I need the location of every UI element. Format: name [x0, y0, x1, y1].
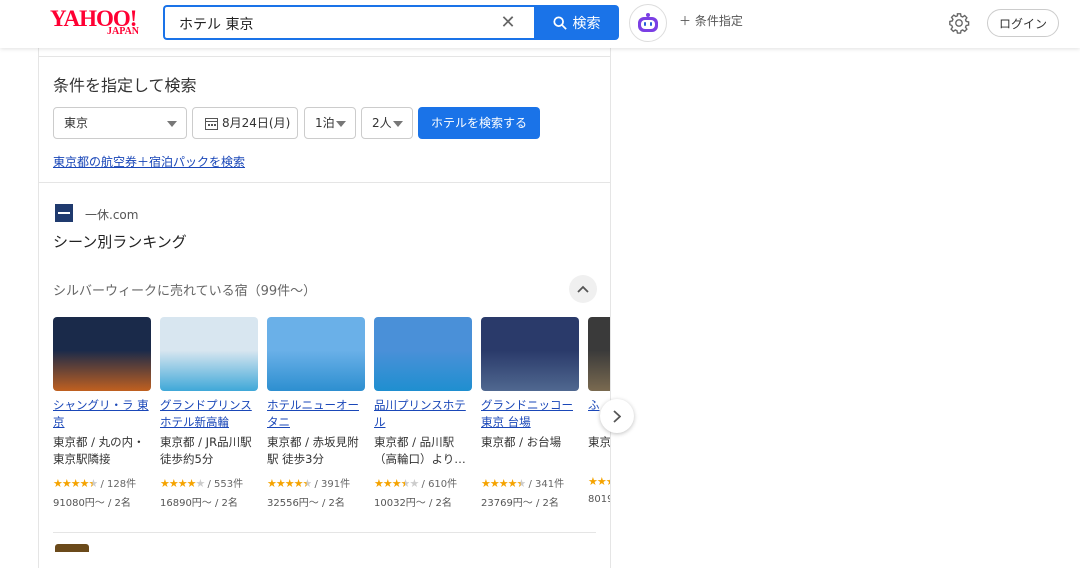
hotel-carousel: シャングリ・ラ 東京 東京都 / 丸の内・東京駅隣接 ★★★★★ / 128件 910… [53, 317, 610, 517]
search-button[interactable]: 検索 [534, 5, 619, 40]
hotel-name-link[interactable]: シャングリ・ラ 東京 [53, 397, 153, 431]
hotel-price: 8019 [588, 494, 610, 505]
people-select[interactable]: 2人 [361, 107, 413, 139]
hotel-photo[interactable] [588, 317, 610, 391]
robot-icon [638, 13, 658, 32]
chevron-right-icon [613, 409, 621, 423]
search-icon [552, 15, 567, 30]
hotel-rating: ★★★★★ / 553件 [160, 475, 243, 490]
hotel-rating: ★★★★★ / 610件 [374, 475, 457, 490]
source-name: 一休.com [85, 208, 139, 222]
hotel-card[interactable]: ホテルニューオータニ 東京都 / 赤坂見附駅 徒歩3分 ★★★★★ / 391件 32… [267, 317, 366, 517]
collapse-button[interactable] [569, 275, 597, 303]
hotel-area: 東京都 / お台場 [481, 435, 562, 449]
hotel-card[interactable]: シャングリ・ラ 東京 東京都 / 丸の内・東京駅隣接 ★★★★★ / 128件 910… [53, 317, 152, 517]
next-section-logo [55, 544, 89, 552]
date-select-value: 8月24日(月) [222, 116, 291, 130]
chevron-down-icon [393, 121, 403, 127]
review-count: / 610件 [418, 479, 458, 490]
login-button[interactable]: ログイン [987, 9, 1059, 37]
hotel-price: 23769円～ / 2名 [481, 498, 559, 509]
hotel-name-link[interactable]: ホテルニューオータニ [267, 397, 367, 431]
divider [53, 532, 596, 533]
hotel-card[interactable]: 品川プリンスホテル 東京都 / 品川駅（高輪口）より… ★★★★★ / 610件 10… [374, 317, 473, 517]
hotel-area: 東京都 / 赤坂見附駅 徒歩3分 [267, 435, 359, 466]
gear-icon[interactable] [948, 12, 970, 34]
people-select-value: 2人 [372, 116, 392, 130]
ai-assistant-button[interactable] [629, 4, 667, 42]
search-button-label: 検索 [572, 15, 601, 32]
yahoo-logo[interactable]: YAHOO! JAPAN [50, 7, 150, 39]
hotel-name-link[interactable]: 品川プリンスホテル [374, 397, 474, 431]
review-count: / 341件 [525, 479, 565, 490]
hotel-photo[interactable] [267, 317, 365, 391]
hotel-rating: ★★★★★ / 128件 [53, 475, 136, 490]
header: YAHOO! JAPAN ✕ 検索 ＋ 条件指定 ログイン [0, 0, 1080, 48]
divider [39, 182, 610, 183]
calendar-icon [205, 118, 218, 130]
review-count: / 553件 [204, 479, 244, 490]
hotel-price: 32556円～ / 2名 [267, 498, 345, 509]
hotel-name-link[interactable]: グランドニッコー東京 台場 [481, 397, 581, 431]
condition-button[interactable]: ＋ 条件指定 [679, 12, 743, 29]
ranking-subtitle: シルバーウィークに売れている宿（99件～） [53, 284, 317, 299]
carousel-next-button[interactable] [600, 399, 634, 433]
star-rating-icon: ★★★★★ [374, 477, 419, 490]
search-panel-title: 条件を指定して検索 [53, 76, 197, 95]
nights-select-value: 1泊 [315, 116, 335, 130]
chevron-down-icon [336, 121, 346, 127]
review-count: / 391件 [311, 479, 351, 490]
hotel-price: 16890円～ / 2名 [160, 498, 238, 509]
hotel-card[interactable]: グランドニッコー東京 台場東京都 / お台場 ★★★★★ / 341件 23769円… [481, 317, 580, 517]
chevron-up-icon [577, 285, 589, 293]
hotel-area: 東京都 / 丸の内・東京駅隣接 [53, 435, 145, 466]
nights-select[interactable]: 1泊 [304, 107, 356, 139]
hotel-rating: ★★★★★ / 341件 [481, 475, 564, 490]
hotel-name-link[interactable]: グランドプリンスホテル新高輪 [160, 397, 260, 431]
star-rating-icon: ★★★★★ [53, 477, 98, 490]
hotel-price: 91080円～ / 2名 [53, 498, 131, 509]
star-rating-icon: ★★★★★ [267, 477, 312, 490]
area-select[interactable]: 東京 [53, 107, 187, 139]
hotel-photo[interactable] [374, 317, 472, 391]
hotel-price: 10032円～ / 2名 [374, 498, 452, 509]
ranking-title: シーン別ランキング [53, 233, 187, 251]
hotel-area: 東京都 / JR品川駅徒歩約5分 [160, 435, 252, 466]
clear-icon[interactable]: ✕ [498, 13, 518, 33]
chevron-down-icon [167, 121, 177, 127]
ikyu-logo-icon [55, 204, 73, 222]
flight-hotel-pack-link[interactable]: 東京都の航空券＋宿泊パックを検索 [53, 153, 245, 170]
search-box: ✕ [163, 5, 535, 40]
logo-sub-text: JAPAN [107, 26, 140, 37]
area-select-value: 東京 [64, 116, 89, 130]
review-count: / 128件 [97, 479, 137, 490]
star-rating-icon: ★★★★★ [588, 475, 610, 488]
hotel-photo[interactable] [160, 317, 258, 391]
date-select[interactable]: 8月24日(月) [192, 107, 298, 139]
hotel-rating: ★★★★★ / 391件 [267, 475, 350, 490]
hotel-card[interactable]: グランドプリンスホテル新高輪 東京都 / JR品川駅徒歩約5分 ★★★★★ / 55… [160, 317, 259, 517]
star-rating-icon: ★★★★★ [481, 477, 526, 490]
hotel-photo[interactable] [53, 317, 151, 391]
hotel-search-button[interactable]: ホテルを検索する [418, 107, 540, 139]
hotel-rating: ★★★★★ [588, 475, 610, 488]
hotel-photo[interactable] [481, 317, 579, 391]
hotel-search-column: 条件を指定して検索 東京 8月24日(月) 1泊 2人 ホテルを検索する 東京都… [38, 48, 611, 568]
hotel-area: 東京都 / 品川駅（高輪口）より… [374, 435, 466, 466]
divider [39, 56, 610, 57]
star-rating-icon: ★★★★★ [160, 477, 205, 490]
search-input[interactable] [179, 14, 489, 34]
hotel-area: 東京目 [588, 435, 610, 449]
